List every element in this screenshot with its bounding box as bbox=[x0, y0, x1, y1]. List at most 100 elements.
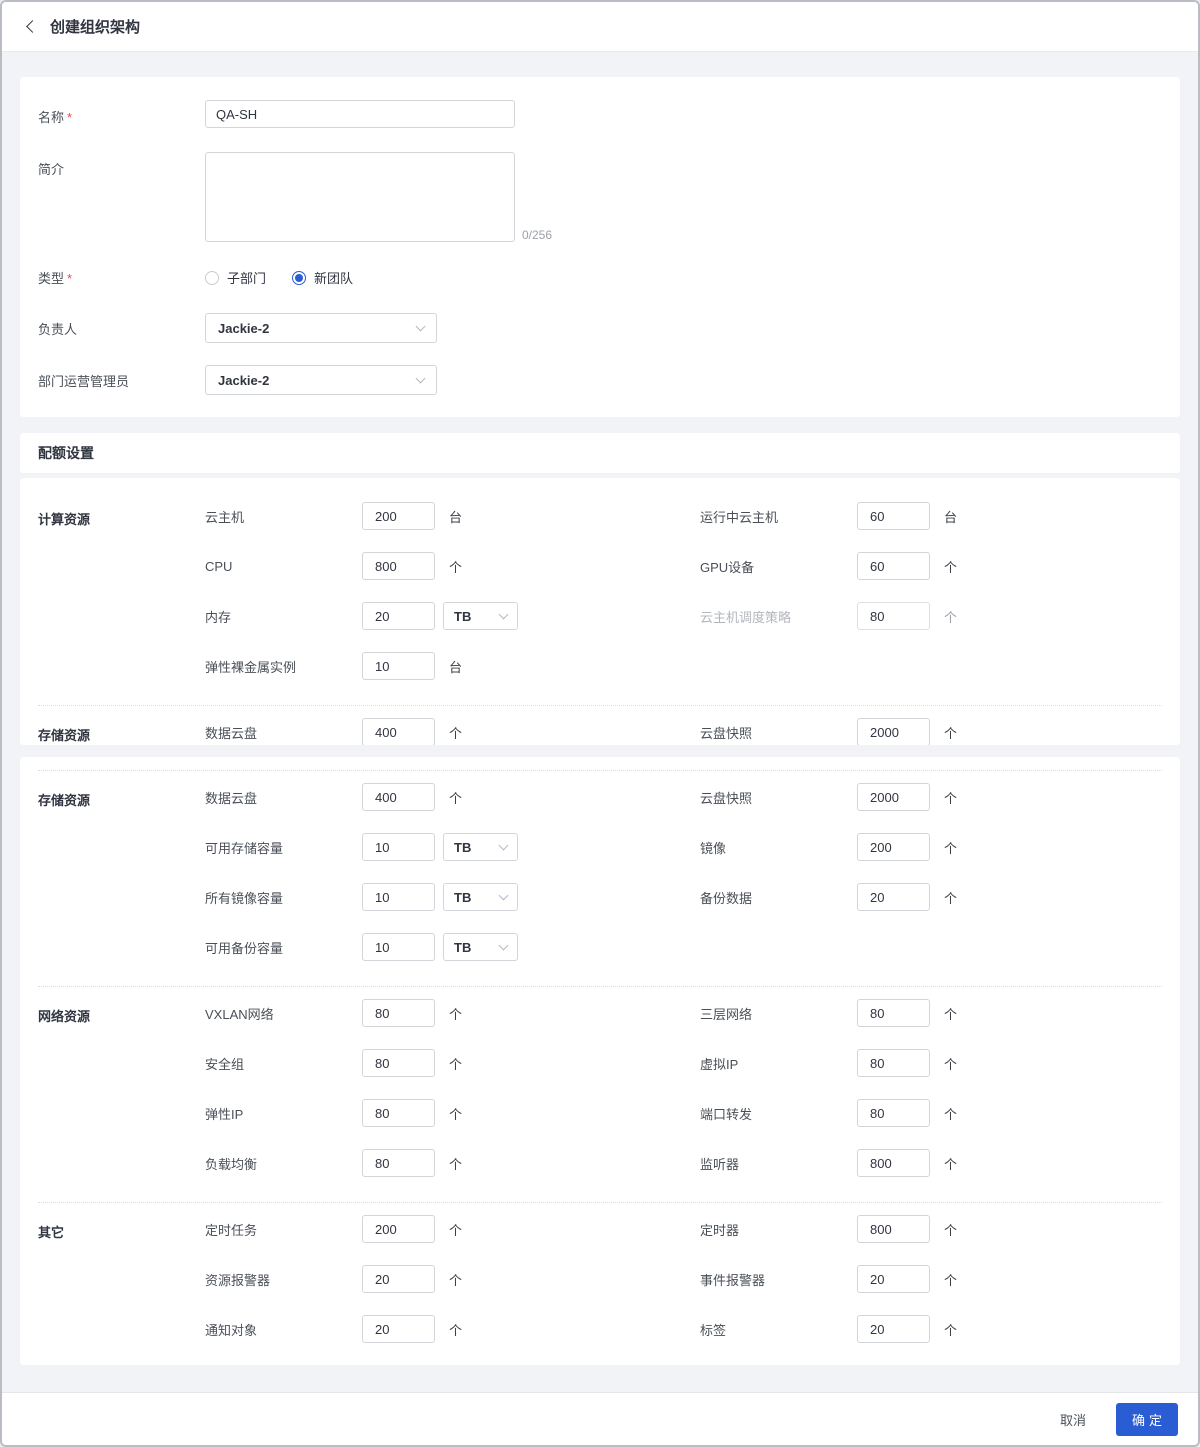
quota-item: 监听器 个 bbox=[700, 1149, 1180, 1177]
back-icon[interactable] bbox=[26, 20, 39, 33]
quota-value-input[interactable] bbox=[857, 1265, 930, 1293]
unit-label: 个 bbox=[944, 1322, 958, 1338]
cancel-button[interactable]: 取消 bbox=[1060, 1410, 1086, 1429]
chevron-down-icon bbox=[498, 609, 509, 620]
quota-value-input[interactable] bbox=[857, 718, 930, 745]
quota-item: 虚拟IP 个 bbox=[700, 1049, 1180, 1077]
quota-item: 通知对象 个 bbox=[205, 1315, 700, 1343]
unit-select[interactable]: TB bbox=[443, 602, 518, 630]
quota-item-label: VXLAN网络 bbox=[205, 1006, 274, 1022]
quota-value-input[interactable] bbox=[857, 783, 930, 811]
quota-value-input[interactable] bbox=[857, 1099, 930, 1127]
quota-item-label: 定时任务 bbox=[205, 1222, 258, 1238]
quota-value-input[interactable] bbox=[857, 552, 930, 580]
quota-rows: 云主机台运行中云主机台CPU个GPU设备个内存TB云主机调度策略个弹性裸金属实例… bbox=[205, 502, 1180, 680]
chevron-down-icon bbox=[415, 373, 426, 384]
quota-value-input[interactable] bbox=[362, 999, 435, 1027]
quota-value-input[interactable] bbox=[857, 1149, 930, 1177]
quota-value-input[interactable] bbox=[362, 883, 435, 911]
quota-value-input[interactable] bbox=[362, 502, 435, 530]
quota-value-input[interactable] bbox=[362, 718, 435, 745]
quota-item: 事件报警器 个 bbox=[700, 1265, 1180, 1293]
quota-item bbox=[700, 933, 1180, 961]
unit-label: 个 bbox=[944, 1006, 958, 1022]
quota-section: 存储资源 数据云盘 个 云盘快照 个 bbox=[38, 718, 1162, 745]
quota-value-input[interactable] bbox=[362, 602, 435, 630]
unit-select[interactable]: TB bbox=[443, 833, 518, 861]
dotted-divider bbox=[38, 1202, 1162, 1203]
quota-value-input[interactable] bbox=[857, 502, 930, 530]
owner-select[interactable]: Jackie-2 bbox=[205, 313, 437, 343]
quota-item-label: 弹性裸金属实例 bbox=[205, 659, 297, 675]
admin-select[interactable]: Jackie-2 bbox=[205, 365, 437, 395]
intro-textarea[interactable] bbox=[205, 152, 515, 242]
quota-item: 镜像 个 bbox=[700, 833, 1180, 861]
quota-value-input[interactable] bbox=[362, 1099, 435, 1127]
quota-value-input[interactable] bbox=[857, 1215, 930, 1243]
quota-item-label: 云主机 bbox=[205, 509, 245, 525]
quota-rows: 数据云盘 个 云盘快照 个 bbox=[205, 718, 1180, 745]
quota-item: 资源报警器 个 bbox=[205, 1265, 700, 1293]
quota-section-label: 计算资源 bbox=[38, 512, 91, 527]
quota-item-label: 标签 bbox=[700, 1322, 727, 1338]
quota-item-label: 所有镜像容量 bbox=[205, 890, 284, 906]
quota-item-label: 监听器 bbox=[700, 1156, 740, 1172]
quota-settings-header: 配额设置 bbox=[20, 433, 1180, 473]
quota-value-input[interactable] bbox=[857, 1049, 930, 1077]
quota-value-input[interactable] bbox=[857, 999, 930, 1027]
quota-value-input[interactable] bbox=[857, 883, 930, 911]
unit-select[interactable]: TB bbox=[443, 933, 518, 961]
unit-label: 个 bbox=[449, 1006, 463, 1022]
quota-value-input[interactable] bbox=[362, 1149, 435, 1177]
name-input[interactable] bbox=[205, 100, 515, 128]
quota-row: 通知对象 个 标签 个 bbox=[205, 1315, 1180, 1343]
quota-row: 数据云盘 个 云盘快照 个 bbox=[205, 783, 1180, 811]
quota-cards-container: 计算资源云主机台运行中云主机台CPU个GPU设备个内存TB云主机调度策略个弹性裸… bbox=[2, 478, 1198, 1365]
quota-item-label: 可用备份容量 bbox=[205, 940, 284, 956]
quota-item-label: 定时器 bbox=[700, 1222, 740, 1238]
quota-item-label: 事件报警器 bbox=[700, 1272, 766, 1288]
quota-value-input[interactable] bbox=[362, 1265, 435, 1293]
unit-label: 个 bbox=[449, 559, 463, 575]
unit-select-value: TB bbox=[454, 839, 472, 855]
chevron-down-icon bbox=[498, 940, 509, 951]
quota-item bbox=[700, 652, 1180, 680]
quota-section: 网络资源VXLAN网络个三层网络个安全组个虚拟IP个弹性IP个端口转发个负载均衡… bbox=[38, 999, 1162, 1177]
quota-item-label: 端口转发 bbox=[700, 1106, 753, 1122]
unit-select[interactable]: TB bbox=[443, 883, 518, 911]
quota-rows: VXLAN网络个三层网络个安全组个虚拟IP个弹性IP个端口转发个负载均衡个监听器… bbox=[205, 999, 1180, 1177]
unit-select-value: TB bbox=[454, 939, 472, 955]
confirm-button[interactable]: 确定 bbox=[1115, 1402, 1178, 1436]
quota-item-label: 虚拟IP bbox=[700, 1056, 739, 1072]
admin-select-value: Jackie-2 bbox=[218, 372, 270, 388]
quota-item: CPU 个 bbox=[205, 552, 700, 580]
unit-label: 台 bbox=[449, 659, 463, 675]
dotted-divider bbox=[38, 986, 1162, 987]
quota-item-label: 备份数据 bbox=[700, 890, 753, 906]
quota-item: 云主机调度策略 个 bbox=[700, 602, 1180, 630]
quota-row: 云主机 台 运行中云主机 台 bbox=[205, 502, 1180, 530]
quota-value-input[interactable] bbox=[857, 833, 930, 861]
quota-value-input[interactable] bbox=[362, 933, 435, 961]
quota-value-input[interactable] bbox=[362, 1215, 435, 1243]
radio-sub-department[interactable]: 子部门 bbox=[205, 268, 266, 287]
quota-value-input[interactable] bbox=[362, 783, 435, 811]
quota-item: 弹性IP 个 bbox=[205, 1099, 700, 1127]
intro-row: 简介 0/256 bbox=[38, 152, 1162, 242]
quota-value-input[interactable] bbox=[362, 1315, 435, 1343]
quota-value-input[interactable] bbox=[857, 602, 930, 630]
type-row: 类型 * 子部门 新团队 bbox=[38, 268, 1162, 287]
unit-label: 个 bbox=[449, 1222, 463, 1238]
quota-value-input[interactable] bbox=[362, 552, 435, 580]
radio-new-team[interactable]: 新团队 bbox=[292, 268, 353, 287]
intro-label: 简介 bbox=[38, 162, 65, 177]
unit-select-value: TB bbox=[454, 608, 472, 624]
quota-value-input[interactable] bbox=[857, 1315, 930, 1343]
page-body: 名称* 简介 0/256 类型* 子部门 bbox=[2, 52, 1198, 1392]
unit-label: 个 bbox=[944, 1156, 958, 1172]
quota-value-input[interactable] bbox=[362, 652, 435, 680]
unit-label: 台 bbox=[449, 509, 463, 525]
quota-value-input[interactable] bbox=[362, 1049, 435, 1077]
quota-value-input[interactable] bbox=[362, 833, 435, 861]
quota-item: 三层网络 个 bbox=[700, 999, 1180, 1027]
